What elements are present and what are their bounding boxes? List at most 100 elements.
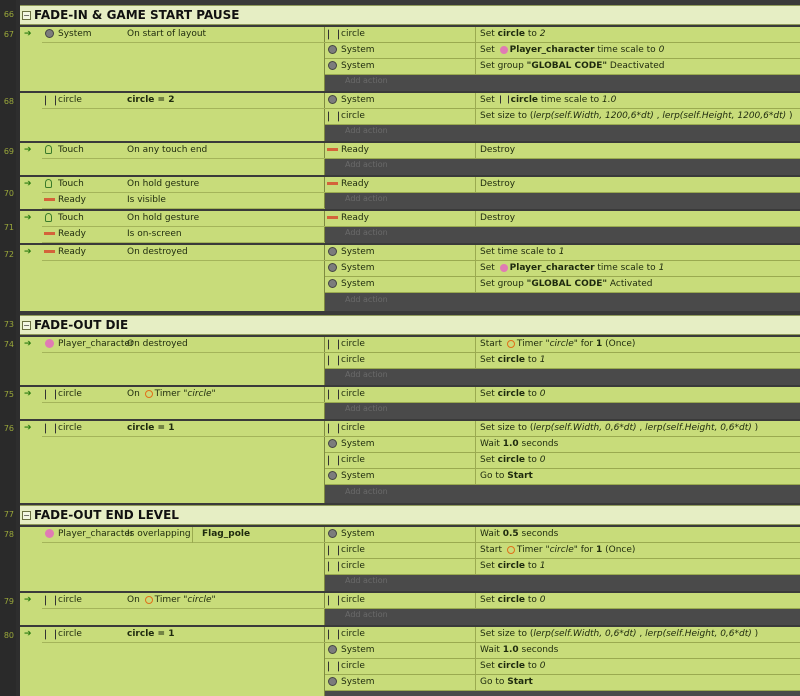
action-object: circle [341,339,365,349]
group-title: FADE-OUT END LEVEL [34,508,179,522]
action-row[interactable]: circle Set size to (lerp(self.Width, 0,6*… [325,421,800,437]
event-block[interactable]: ➔ Touch On hold gesture Ready Is on-scre… [20,211,800,243]
touch-icon [45,213,52,222]
condition-row[interactable]: ➔ System On start of layout [24,27,325,43]
collapse-toggle-icon[interactable]: − [22,321,31,330]
event-group-header[interactable]: − FADE-OUT DIE [20,315,800,335]
action-row[interactable]: circle Set circle to 0 [325,453,800,469]
circle-object-icon [328,339,339,350]
action-row[interactable]: System Set group "GLOBAL CODE" Activated [325,277,800,293]
action-row[interactable]: circle Set circle to 0 [325,659,800,675]
event-block[interactable]: ➔ Touch On any touch end Ready Destroy Ad… [20,143,800,175]
action-row[interactable]: circle Set size to (lerp(self.Width, 1200… [325,109,800,125]
add-action-link[interactable]: Add action [345,610,388,624]
condition-row[interactable]: ➔ Ready On destroyed [24,245,325,261]
action-row[interactable]: System Set circle time scale to 1.0 [325,93,800,109]
condition-object: circle [58,423,82,433]
event-block[interactable]: ➔ System On start of layout circle Set ci… [20,27,800,91]
add-action-link[interactable]: Add action [345,576,388,590]
event-block[interactable]: ➔ Player_character On destroyed circle St… [20,337,800,385]
add-action-link[interactable]: Add action [345,370,388,384]
add-action-link[interactable]: Add action [345,295,388,309]
condition-text: Is visible [127,195,166,205]
action-row[interactable]: System Set Player_character time scale to… [325,43,800,59]
condition-row[interactable]: ➔ Touch On any touch end [24,143,325,159]
add-action-link[interactable]: Add action [345,160,388,174]
line-number: 80 [3,631,14,640]
action-row[interactable]: Ready Destroy [325,143,800,159]
condition-row[interactable]: ➔ circle circle = 1 [24,421,325,437]
add-action-link[interactable]: Add action [345,404,388,418]
condition-row[interactable]: ➔ Touch On hold gesture [24,211,325,227]
event-group-header[interactable]: − FADE-IN & GAME START PAUSE [20,5,800,25]
action-text: Go to Start [480,677,533,687]
action-row[interactable]: System Go to Start [325,675,800,691]
action-row[interactable]: System Set Player_character time scale to… [325,261,800,277]
action-row[interactable]: circle Set circle to 1 [325,559,800,575]
condition-row[interactable]: ➔ circle circle = 1 [24,627,325,643]
action-object: Ready [341,179,369,189]
add-action-link[interactable]: Add action [345,487,388,501]
condition-object: Ready [58,247,86,257]
action-text: Start Timer "circle" for 1 (Once) [480,339,636,349]
circle-object-icon [328,423,339,434]
add-action-link[interactable]: Add action [345,76,388,90]
action-row[interactable]: System Set group "GLOBAL CODE" Deactivate… [325,59,800,75]
collapse-toggle-icon[interactable]: − [22,11,31,20]
event-block[interactable]: ➔ circle circle = 1 circle Set size to (l… [20,421,800,503]
action-row[interactable]: circle Set circle to 2 [325,27,800,43]
add-action-link[interactable]: Add action [345,228,388,242]
action-text: Destroy [480,213,516,223]
condition-row[interactable]: Player_character Is overlapping Flag_pol… [42,527,325,543]
condition-row[interactable]: ➔ Player_character On destroyed [24,337,325,353]
collapse-toggle-icon[interactable]: − [22,511,31,520]
action-row[interactable]: System Wait 1.0 seconds [325,437,800,453]
conditions-area: ➔ Touch On any touch end [20,143,325,175]
action-row[interactable]: circle Set circle to 1 [325,353,800,369]
add-action-link[interactable]: Add action [345,126,388,140]
actions-area: Ready Destroy Add action [325,177,800,209]
action-row[interactable]: circle Set size to (lerp(self.Width, 0,6*… [325,627,800,643]
event-block[interactable]: ➔ circle On Timer "circle" circle Set cir… [20,387,800,419]
circle-object-icon [45,423,56,434]
conditions-area: Player_character Is overlapping Flag_pol… [20,527,325,591]
event-block[interactable]: ➔ circle circle = 1 circle Set size to (l… [20,627,800,696]
action-row[interactable]: circle Set circle to 0 [325,387,800,403]
action-row[interactable]: Ready Destroy [325,211,800,227]
circle-object-icon [499,95,509,104]
action-row[interactable]: System Wait 0.5 seconds [325,527,800,543]
action-text: Set group "GLOBAL CODE" Deactivated [480,61,665,71]
line-number: 69 [3,147,14,156]
line-number: 71 [3,223,14,232]
event-block[interactable]: ➔ Touch On hold gesture Ready Is visible… [20,177,800,209]
event-block[interactable]: ➔ Ready On destroyed System Set time scal… [20,245,800,311]
add-action-link[interactable]: Add action [345,194,388,208]
condition-row[interactable]: circle circle = 2 [42,93,325,109]
action-row[interactable]: circle Set circle to 0 [325,593,800,609]
action-text: Set circle to 0 [480,455,546,465]
trigger-arrow-icon: ➔ [24,629,32,639]
action-row[interactable]: System Wait 1.0 seconds [325,643,800,659]
actions-area: circle Set circle to 2 System Set Player_c… [325,27,800,91]
event-block[interactable]: circle circle = 2 System Set circle time … [20,93,800,141]
system-icon [328,95,337,104]
action-row[interactable]: System Set time scale to 1 [325,245,800,261]
action-object: circle [341,355,365,365]
condition-row[interactable]: ➔ Touch On hold gesture [24,177,325,193]
event-block[interactable]: ➔ circle On Timer "circle" circle Set cir… [20,593,800,625]
condition-row[interactable]: Ready Is on-screen [42,227,325,243]
action-row[interactable]: Ready Destroy [325,177,800,193]
action-row[interactable]: circle Start Timer "circle" for 1 (Once) [325,337,800,353]
condition-text: On Timer "circle" [127,595,216,605]
condition-object: circle [58,595,82,605]
action-object: Ready [341,213,369,223]
event-block[interactable]: Player_character Is overlapping Flag_pol… [20,527,800,591]
action-text: Destroy [480,145,516,155]
condition-row[interactable]: ➔ circle On Timer "circle" [24,593,325,609]
action-row[interactable]: circle Start Timer "circle" for 1 (Once) [325,543,800,559]
action-row[interactable]: System Go to Start [325,469,800,485]
line-number: 73 [3,320,14,329]
condition-row[interactable]: Ready Is visible [42,193,325,209]
condition-row[interactable]: ➔ circle On Timer "circle" [24,387,325,403]
event-group-header[interactable]: − FADE-OUT END LEVEL [20,505,800,525]
